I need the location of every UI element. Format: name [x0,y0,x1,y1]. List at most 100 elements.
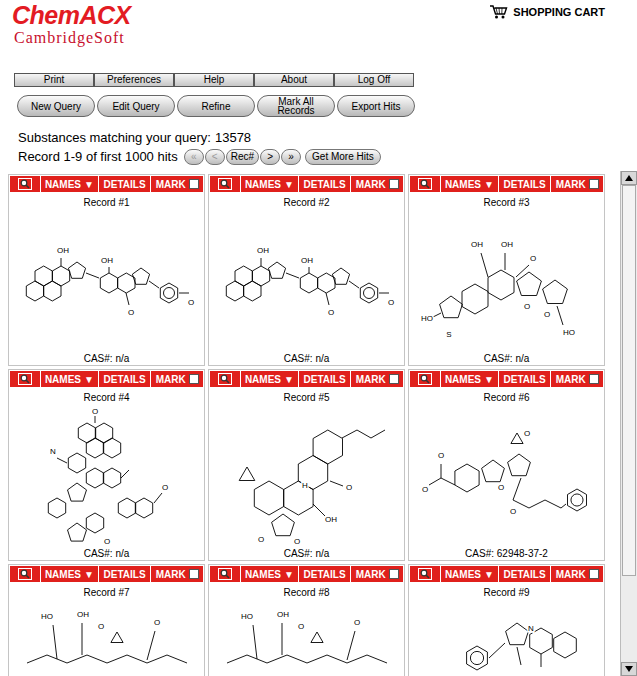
names-button[interactable]: NAMES▼ [41,176,98,192]
action-button[interactable]: Export Hits [337,95,415,117]
scroll-track[interactable] [621,185,637,662]
atom-label: O [529,254,535,263]
atom-label: O [91,408,97,416]
view-button[interactable] [10,566,40,582]
pager-button[interactable]: > [260,149,280,165]
action-button[interactable]: Edit Query [97,95,175,117]
get-more-hits-button[interactable]: Get More Hits [305,149,381,165]
cas-number: CAS#: n/a [284,353,330,369]
record-title: Record #8 [283,587,329,599]
atom-label: OH [77,610,89,619]
action-button[interactable]: Mark All Records [257,95,335,117]
atom-label: HO [563,328,575,337]
toolbar-button[interactable]: Help [174,73,254,87]
mark-button[interactable]: MARK [551,566,603,582]
atom-label: HO [241,612,253,621]
logo[interactable]: ChemACXCambridgeSoft [12,0,131,47]
record-title: Record #2 [283,197,329,209]
scroll-thumb[interactable] [622,185,636,576]
structure-drawing: N [417,603,597,676]
card-menu: NAMES▼DETAILSMARK [410,176,603,192]
mark-label: MARK [356,179,386,190]
mark-checkbox[interactable] [189,374,199,384]
names-button[interactable]: NAMES▼ [441,566,498,582]
up-arrow-icon [625,175,633,181]
mark-checkbox[interactable] [389,179,399,189]
names-button[interactable]: NAMES▼ [241,566,298,582]
pager-button[interactable]: » [281,149,301,165]
atom-label: OH [471,240,483,249]
mark-label: MARK [356,374,386,385]
mark-button[interactable]: MARK [351,566,403,582]
scroll-down-button[interactable] [621,662,637,676]
pager-button[interactable]: < [205,149,225,165]
view-button[interactable] [410,176,440,192]
atom-label: HO [41,612,53,621]
names-button[interactable]: NAMES▼ [241,176,298,192]
details-button[interactable]: DETAILS [299,176,351,192]
mark-button[interactable]: MARK [551,371,603,387]
record-title: Record #3 [483,197,529,209]
details-button[interactable]: DETAILS [99,566,151,582]
view-button[interactable] [210,371,240,387]
names-label: NAMES [245,374,281,385]
action-button[interactable]: Refine [177,95,255,117]
view-button[interactable] [410,371,440,387]
names-button[interactable]: NAMES▼ [41,566,98,582]
mark-button[interactable]: MARK [351,176,403,192]
view-button[interactable] [10,371,40,387]
toolbar-button[interactable]: Preferences [94,73,174,87]
mark-checkbox[interactable] [389,569,399,579]
card-menu: NAMES▼DETAILS MARK [210,371,403,387]
toolbar-button[interactable]: Log Off [334,73,414,87]
record-card: NAMES▼DETAILSMARKRecord #4ONOOCAS#: n/a [8,369,205,561]
names-arrow: ▼ [484,179,494,190]
names-arrow: ▼ [84,569,94,580]
mark-button[interactable]: MARK [151,176,203,192]
view-button[interactable] [210,176,240,192]
details-button[interactable]: DETAILS [499,566,551,582]
mark-button[interactable]: MARK [151,371,203,387]
details-button[interactable]: DETAILS [299,566,351,582]
details-button[interactable]: DETAILS [99,176,151,192]
toolbar-button[interactable]: Print [14,73,94,87]
atom-label: O [437,451,443,460]
mark-checkbox[interactable] [389,374,399,384]
details-button[interactable]: DETAILS [299,371,351,387]
details-button[interactable]: DETAILS [99,371,151,387]
mark-button[interactable]: MARK [151,566,203,582]
names-label: NAMES [445,569,481,580]
record-card: NAMES▼DETAILSMARKRecord #2OHOHOOCAS#: n/… [208,174,405,366]
mark-label: MARK [356,569,386,580]
pager-button[interactable]: « [184,149,204,165]
mark-checkbox[interactable] [589,374,599,384]
scrollbar[interactable] [620,171,637,676]
names-button[interactable]: NAMES▼ [41,371,98,387]
names-arrow: ▼ [84,374,94,385]
view-button[interactable] [210,566,240,582]
shopping-cart[interactable]: SHOPPING CART [489,4,605,20]
names-button[interactable]: NAMES▼ [441,371,498,387]
atom-label: O [97,622,103,631]
mark-checkbox[interactable] [189,179,199,189]
mark-button[interactable]: MARK [351,371,403,387]
pager-button[interactable]: Rec# [226,149,259,165]
mark-checkbox[interactable] [189,569,199,579]
view-button[interactable] [10,176,40,192]
names-button[interactable]: NAMES▼ [441,176,498,192]
view-button[interactable] [410,566,440,582]
details-button[interactable]: DETAILS [499,371,551,387]
record-title: Record #5 [283,392,329,404]
toolbar: PrintPreferencesHelpAboutLog Off [14,73,637,87]
mark-button[interactable]: MARK [551,176,603,192]
action-button[interactable]: New Query [17,95,95,117]
record-title: Record #9 [483,587,529,599]
details-button[interactable]: DETAILS [499,176,551,192]
toolbar-button[interactable]: About [254,73,334,87]
atom-label: S [446,330,451,339]
mark-checkbox[interactable] [589,179,599,189]
result-summary: Substances matching your query:13578 [18,130,637,146]
mark-checkbox[interactable] [589,569,599,579]
scroll-up-button[interactable] [621,171,637,185]
names-button[interactable]: NAMES▼ [241,371,298,387]
